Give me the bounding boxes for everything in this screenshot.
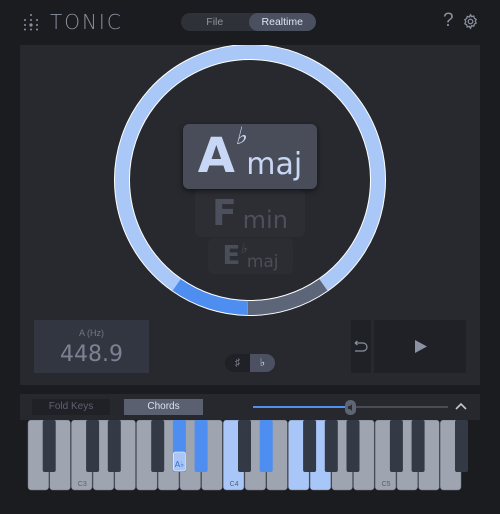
black-key-Eb3[interactable] — [107, 420, 121, 472]
piano-keyboard[interactable]: C3 C4 C5 A♭ — [20, 420, 480, 492]
black-key-C#4[interactable] — [238, 420, 251, 472]
tuning-reference-field[interactable]: A (Hz) 448.9 — [34, 320, 149, 373]
play-button[interactable] — [374, 320, 466, 373]
loop-back-icon — [354, 340, 368, 352]
gear-icon[interactable] — [462, 13, 479, 30]
black-key-Bb2[interactable] — [42, 420, 56, 472]
tab-realtime[interactable]: Realtime — [248, 13, 316, 31]
logo-icon — [24, 14, 38, 31]
black-key-F#3[interactable] — [151, 420, 165, 472]
play-icon — [415, 340, 427, 353]
flat-button[interactable]: ♭ — [250, 354, 275, 372]
fold-keys-button[interactable]: Fold Keys — [32, 399, 110, 415]
ring-segment-gray — [247, 279, 328, 315]
accidental-toggle: ♯ ♭ — [225, 354, 275, 372]
octave-label: C5 — [382, 481, 391, 488]
chords-button[interactable]: Chords — [124, 399, 203, 415]
chord-root: E — [222, 241, 241, 271]
tuning-label: A (Hz) — [78, 328, 104, 338]
chord-root: A — [197, 128, 235, 184]
black-key-Ab4[interactable] — [324, 420, 338, 472]
sharp-button[interactable]: ♯ — [225, 354, 250, 372]
chord-quality: maj — [246, 147, 303, 182]
chord-candidate-1[interactable]: A ♭ maj — [183, 123, 317, 189]
black-key-Eb4[interactable] — [259, 420, 273, 472]
black-key-F#4[interactable] — [303, 420, 317, 472]
black-key-C#5[interactable] — [389, 420, 403, 472]
detection-panel: A ♭ maj F min E ♭ maj A (Hz) 448.9 ♯ ♭ — [20, 45, 480, 385]
loop-back-button[interactable] — [351, 320, 371, 373]
keyboard-toolbar: Fold Keys Chords — [20, 394, 480, 420]
app-title: TONIC — [50, 10, 123, 34]
chord-root: F — [212, 193, 237, 234]
black-key-Eb5[interactable] — [411, 420, 425, 472]
tuning-value[interactable]: 448.9 — [34, 342, 149, 367]
black-key-Bb3[interactable] — [194, 420, 208, 472]
black-key-Bb4[interactable] — [346, 420, 360, 472]
black-key-C#3[interactable] — [86, 420, 100, 472]
root-note-label: A♭ — [175, 460, 184, 469]
ring-segment-blue — [172, 279, 249, 315]
black-key-F#5[interactable] — [455, 420, 468, 472]
help-icon[interactable]: ? — [443, 10, 454, 32]
octave-label: C4 — [230, 481, 239, 488]
chevron-up-icon[interactable] — [454, 400, 468, 412]
volume-slider-handle[interactable] — [345, 400, 356, 415]
octave-label: C3 — [78, 481, 87, 488]
chord-accidental: ♭ — [234, 123, 247, 150]
speaker-icon — [348, 404, 352, 411]
mode-toggle: File Realtime — [181, 13, 316, 31]
tab-file[interactable]: File — [181, 13, 249, 31]
volume-fill — [253, 406, 347, 408]
